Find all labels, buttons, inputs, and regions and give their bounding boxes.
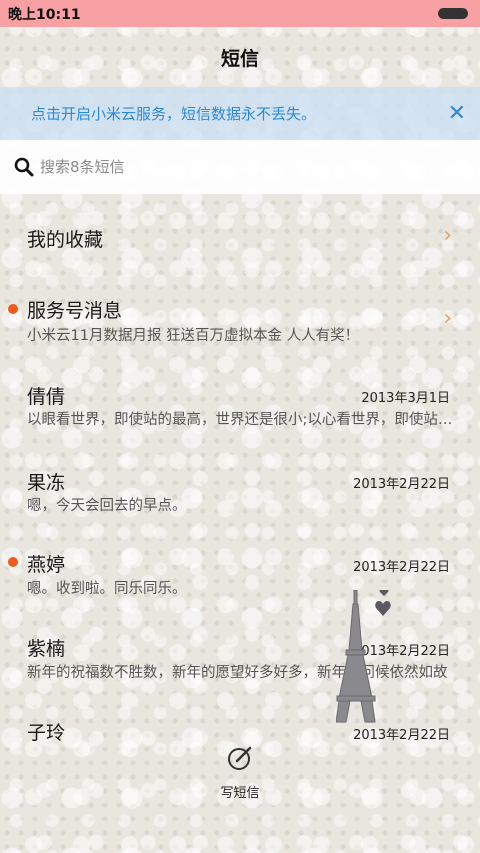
unread-dot-icon bbox=[8, 557, 18, 567]
conversation-date: 2013年2月22日 bbox=[353, 477, 450, 492]
compose-button[interactable]: 写短信 bbox=[200, 745, 280, 805]
header: 短信 bbox=[0, 27, 480, 87]
conversation-name: 果冻 bbox=[27, 472, 66, 494]
eiffel-tower-decoration bbox=[336, 590, 391, 723]
conversation-date: 2013年2月22日 bbox=[353, 560, 450, 575]
status-bar: 晚上10:11 bbox=[0, 0, 480, 27]
conversation-item[interactable]: 果冻 2013年2月22日 嗯，今天会回去的早点。 bbox=[0, 446, 480, 530]
compose-icon bbox=[228, 746, 252, 770]
close-icon[interactable]: ✕ bbox=[448, 102, 466, 125]
conversation-item[interactable]: 服务号消息 › 小米云11月数据月报 狂送百万虚拟本金 人人有奖！ bbox=[0, 278, 480, 362]
compose-label: 写短信 bbox=[220, 786, 260, 801]
conversation-item[interactable]: 倩倩 2013年3月1日 以眼看世界，即使站的最高，世界还是很小;以心看世界，即… bbox=[0, 362, 480, 446]
conversation-preview: 小米云11月数据月报 狂送百万虚拟本金 人人有奖！ bbox=[27, 328, 360, 344]
unread-dot-icon bbox=[8, 304, 18, 314]
conversation-preview: 以眼看世界，即使站的最高，世界还是很小;以心看世界，即使站的最低，世界也是很大 bbox=[27, 412, 453, 428]
battery-icon bbox=[438, 8, 468, 19]
search-icon bbox=[14, 157, 34, 177]
conversation-preview: 嗯，今天会回去的早点。 bbox=[27, 498, 187, 514]
favorites-item[interactable]: 我的收藏 › bbox=[0, 194, 480, 278]
conversation-name: 服务号消息 bbox=[27, 300, 123, 322]
conversation-name: 紫楠 bbox=[27, 638, 66, 660]
banner-text[interactable]: 点击开启小米云服务，短信数据永不丢失。 bbox=[31, 103, 316, 124]
search-bar[interactable] bbox=[0, 140, 480, 194]
conversation-name: 倩倩 bbox=[27, 386, 66, 408]
favorites-label: 我的收藏 bbox=[27, 229, 104, 251]
conversation-date: 2013年3月1日 bbox=[361, 391, 450, 406]
conversation-name: 燕婷 bbox=[27, 554, 66, 576]
search-input[interactable] bbox=[40, 158, 440, 176]
conversation-name: 子玲 bbox=[27, 722, 66, 744]
page-title: 短信 bbox=[220, 47, 259, 70]
chevron-right-icon: › bbox=[443, 223, 452, 248]
status-time: 晚上10:11 bbox=[8, 6, 81, 23]
cloud-service-banner[interactable]: 点击开启小米云服务，短信数据永不丢失。 ✕ bbox=[0, 87, 480, 140]
